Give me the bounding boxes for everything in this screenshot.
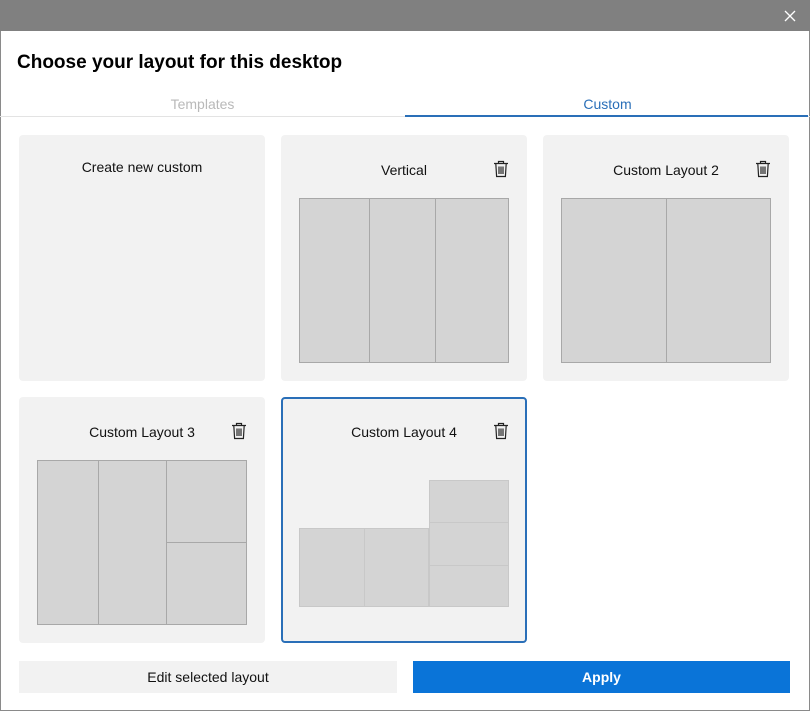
apply-button[interactable]: Apply — [413, 661, 790, 693]
tab-custom[interactable]: Custom — [405, 96, 810, 117]
title-bar — [0, 0, 810, 31]
zone — [369, 198, 436, 363]
layout-preview — [299, 198, 509, 363]
tab-active-indicator — [405, 115, 808, 117]
zone — [429, 522, 509, 566]
zone — [37, 460, 99, 625]
zone — [364, 528, 429, 607]
trash-icon[interactable] — [755, 160, 771, 178]
layout-card-vertical[interactable]: Vertical — [281, 135, 527, 381]
trash-icon[interactable] — [493, 160, 509, 178]
zone — [429, 565, 509, 607]
edit-selected-layout-button[interactable]: Edit selected layout — [19, 661, 397, 693]
layout-card-custom-layout-3[interactable]: Custom Layout 3 — [19, 397, 265, 643]
zone — [299, 198, 370, 363]
layout-preview — [299, 480, 509, 608]
zone — [561, 198, 667, 363]
page-title: Choose your layout for this desktop — [17, 52, 343, 73]
card-title: Create new custom — [81, 159, 203, 175]
tab-templates[interactable]: Templates — [0, 96, 405, 117]
create-new-custom-card[interactable]: Create new custom — [19, 135, 265, 381]
zone — [666, 198, 771, 363]
card-title: Custom Layout 3 — [89, 424, 195, 440]
close-button[interactable] — [780, 6, 800, 26]
layout-card-custom-layout-2[interactable]: Custom Layout 2 — [543, 135, 789, 381]
card-title: Custom Layout 2 — [613, 162, 719, 178]
card-title: Vertical — [381, 162, 427, 178]
zone — [299, 528, 365, 607]
zone — [98, 460, 167, 625]
layout-preview — [561, 198, 771, 363]
trash-icon[interactable] — [231, 422, 247, 440]
layout-card-custom-layout-4[interactable]: Custom Layout 4 — [281, 397, 527, 643]
zone — [429, 480, 509, 523]
zone — [166, 460, 247, 543]
close-icon — [784, 10, 796, 22]
card-title: Custom Layout 4 — [351, 424, 457, 440]
zone — [435, 198, 509, 363]
trash-icon[interactable] — [493, 422, 509, 440]
zone — [166, 542, 247, 625]
layout-preview — [37, 460, 247, 625]
